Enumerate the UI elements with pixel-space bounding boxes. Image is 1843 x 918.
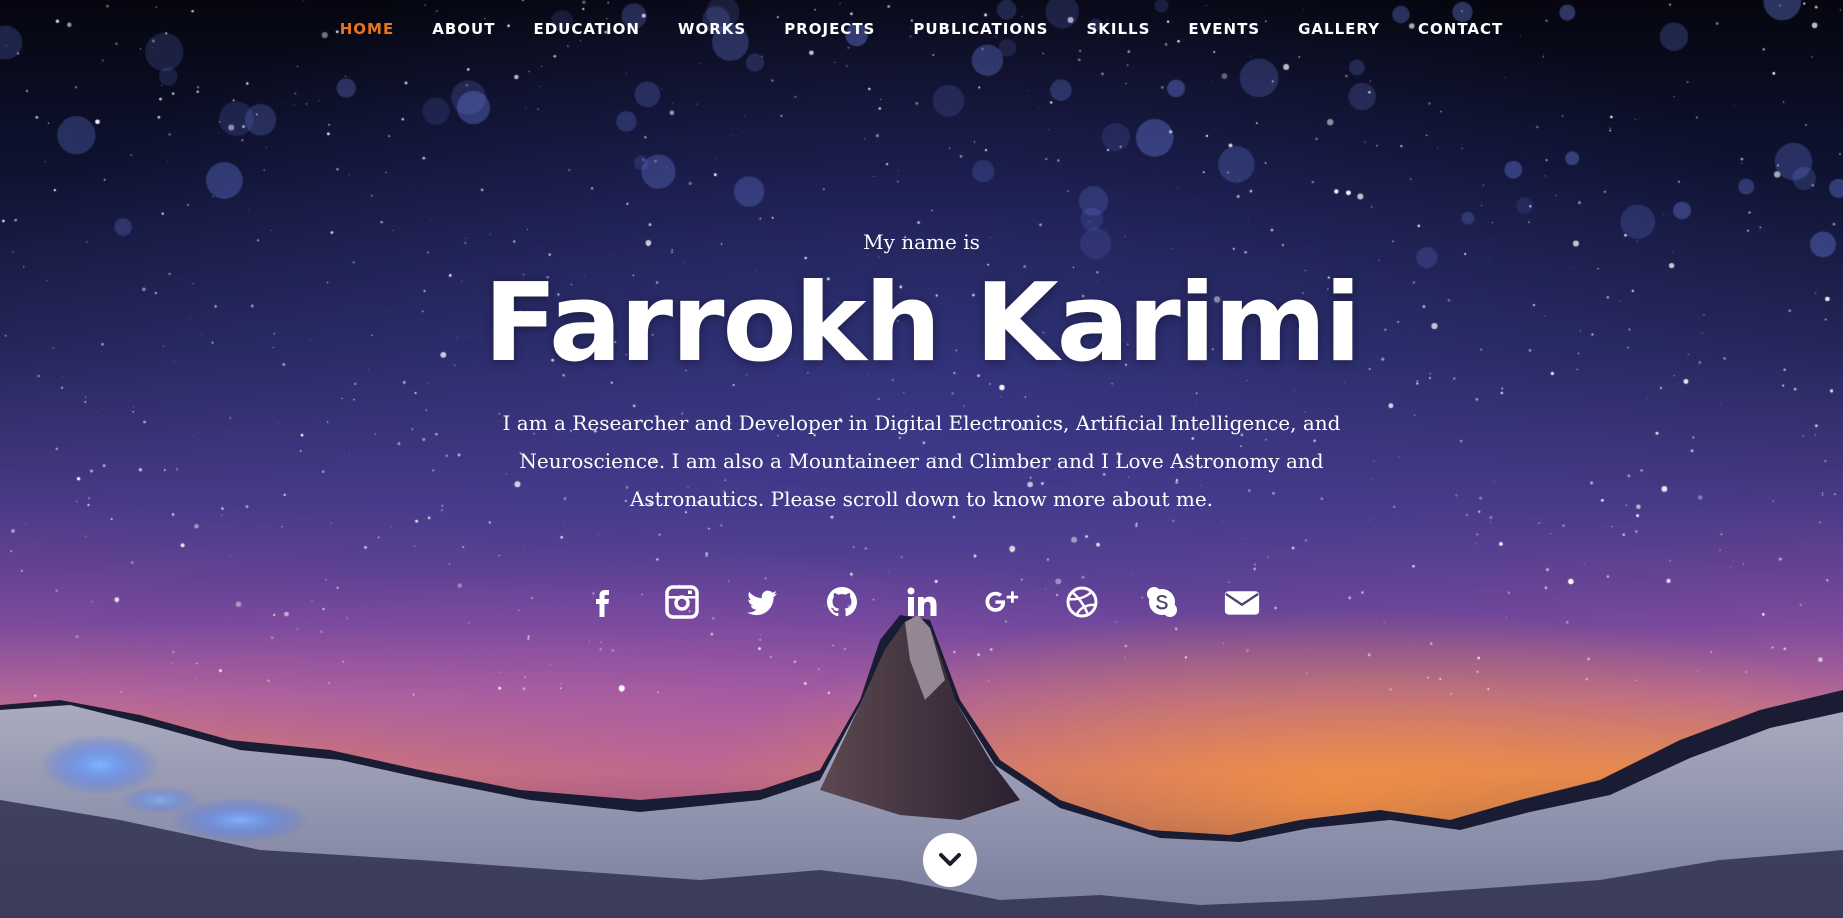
- skype-icon: [1146, 587, 1177, 617]
- facebook-link[interactable]: [578, 578, 626, 626]
- nav-item-skills[interactable]: SKILLS: [1067, 20, 1169, 38]
- chevron-down-icon: [939, 853, 961, 866]
- nav-item-contact[interactable]: CONTACT: [1399, 20, 1522, 38]
- twitter-link[interactable]: [738, 578, 786, 626]
- nav-item-gallery[interactable]: GALLERY: [1279, 20, 1399, 38]
- nav-item-events[interactable]: EVENTS: [1169, 20, 1279, 38]
- instagram-link[interactable]: [658, 578, 706, 626]
- nav-menu: HOME ABOUT EDUCATION WORKS PROJECTS PUBLICATI…: [321, 20, 1523, 38]
- envelope-icon: [1224, 591, 1259, 615]
- dribbble-icon: [1066, 586, 1097, 618]
- twitter-icon: [746, 590, 777, 616]
- social-links: [0, 578, 1843, 626]
- github-icon: [826, 587, 857, 617]
- github-link[interactable]: [818, 578, 866, 626]
- google-plus-link[interactable]: [978, 578, 1026, 626]
- top-navigation: HOME ABOUT EDUCATION WORKS PROJECTS PUBLICATI…: [0, 0, 1843, 58]
- nav-item-works[interactable]: WORKS: [659, 20, 765, 38]
- nav-item-projects[interactable]: PROJECTS: [765, 20, 894, 38]
- linkedin-link[interactable]: [898, 578, 946, 626]
- nav-item-home[interactable]: HOME: [321, 20, 413, 38]
- intro-text: My name is: [863, 230, 980, 254]
- name-title: Farrokh Karimi: [483, 261, 1362, 386]
- hero-content: My name is Farrokh Karimi I am a Researc…: [0, 230, 1843, 518]
- google-plus-icon: [984, 591, 1018, 612]
- skype-link[interactable]: [1138, 578, 1186, 626]
- facebook-icon: [595, 590, 609, 617]
- nav-item-about[interactable]: ABOUT: [413, 20, 514, 38]
- linkedin-icon: [907, 587, 936, 616]
- scroll-down-button[interactable]: [923, 833, 977, 887]
- email-link[interactable]: [1218, 578, 1266, 626]
- nav-item-education[interactable]: EDUCATION: [514, 20, 658, 38]
- dribbble-link[interactable]: [1058, 578, 1106, 626]
- bio-text: I am a Researcher and Developer in Digit…: [502, 411, 1341, 511]
- instagram-icon: [664, 585, 699, 619]
- nav-item-publications[interactable]: PUBLICATIONS: [894, 20, 1067, 38]
- hero-section: HOME ABOUT EDUCATION WORKS PROJECTS PUBLICATI…: [0, 0, 1843, 918]
